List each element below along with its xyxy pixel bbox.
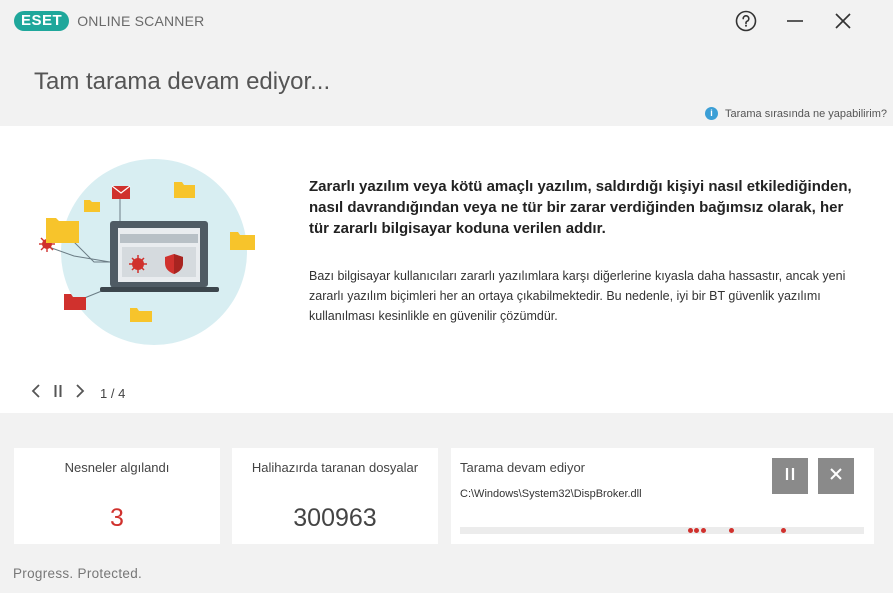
close-icon xyxy=(833,11,853,31)
scan-indicator-dot xyxy=(701,528,706,533)
scan-indicator-dot xyxy=(694,528,699,533)
scan-progress-card: Tarama devam ediyor C:\Windows\System32\… xyxy=(451,448,874,544)
close-icon xyxy=(828,466,844,487)
slide-navigation: 1 / 4 xyxy=(26,383,125,403)
scanned-files-count: 300963 xyxy=(293,504,377,532)
scan-indicator-dot xyxy=(781,528,786,533)
info-slide-panel: Zararlı yazılım veya kötü amaçlı yazılım… xyxy=(0,126,893,413)
threats-detected-card: Nesneler algılandı 3 xyxy=(14,448,220,544)
chevron-left-icon xyxy=(31,383,41,403)
scan-status-label: Tarama devam ediyor xyxy=(460,460,585,475)
pause-icon xyxy=(783,466,797,487)
threats-detected-count: 3 xyxy=(110,504,124,532)
product-name: ONLINE SCANNER xyxy=(77,13,205,29)
threats-detected-label: Nesneler algılandı xyxy=(64,460,170,475)
help-button[interactable] xyxy=(732,8,760,34)
footer-tagline: Progress. Protected. xyxy=(13,566,143,581)
stop-scan-button[interactable] xyxy=(818,458,854,494)
scan-activity-indicator xyxy=(460,527,864,534)
question-circle-icon xyxy=(735,10,757,32)
pause-scan-button[interactable] xyxy=(772,458,808,494)
current-file-path: C:\Windows\System32\DispBroker.dll xyxy=(460,488,642,500)
close-button[interactable] xyxy=(829,8,857,34)
minimize-button[interactable] xyxy=(781,8,809,34)
slide-body: Bazı bilgisayar kullanıcıları zararlı ya… xyxy=(309,269,846,323)
eset-logo: eset ONLINE SCANNER xyxy=(14,10,204,32)
minimize-icon xyxy=(785,11,805,31)
slide-counter: 1 / 4 xyxy=(100,385,126,401)
scan-help-link[interactable]: i Tarama sırasında ne yapabilirim? xyxy=(704,107,887,120)
scanned-files-label: Halihazırda taranan dosyalar xyxy=(251,460,419,475)
page-title: Tam tarama devam ediyor... xyxy=(34,68,331,95)
info-icon: i xyxy=(704,107,718,120)
malware-illustration xyxy=(34,156,260,356)
scanned-files-card: Halihazırda taranan dosyalar 300963 xyxy=(232,448,438,544)
slide-heading: Zararlı yazılım veya kötü amaçlı yazılım… xyxy=(309,178,852,237)
title-bar: eset ONLINE SCANNER xyxy=(0,0,893,42)
scan-indicator-dot xyxy=(729,528,734,533)
logo-mark: eset xyxy=(14,11,70,31)
chevron-right-icon xyxy=(75,383,85,403)
pause-icon xyxy=(53,384,63,403)
scan-help-link-label: Tarama sırasında ne yapabilirim? xyxy=(724,107,887,120)
scan-indicator-dot xyxy=(688,528,693,533)
pause-slides-button[interactable] xyxy=(48,383,68,403)
next-slide-button[interactable] xyxy=(70,383,90,403)
previous-slide-button[interactable] xyxy=(26,383,46,403)
